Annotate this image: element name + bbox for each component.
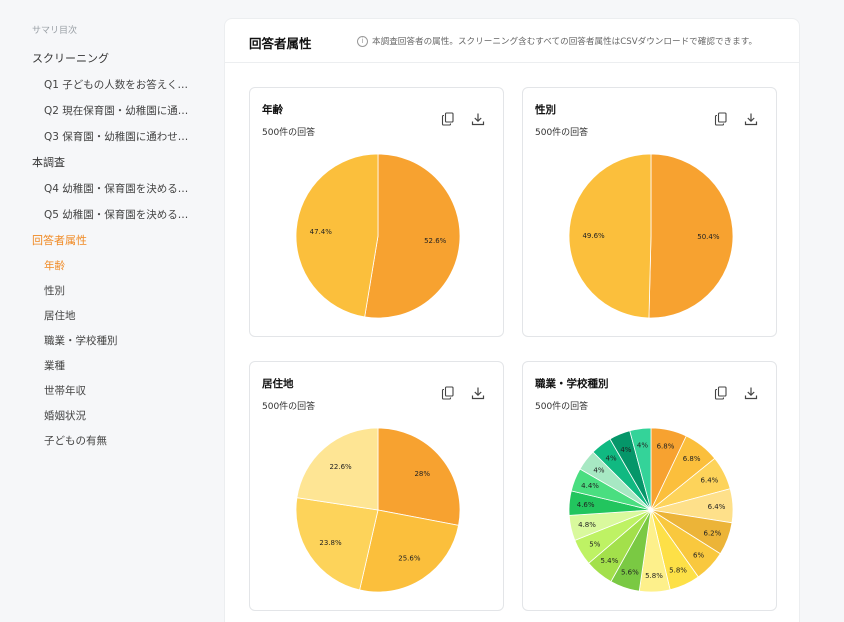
panel-note: i 本調査回答者の属性。スクリーニング含むすべての回答者属性はCSVダウンロード… (357, 35, 757, 47)
download-icon[interactable] (744, 112, 758, 126)
pie-slice-label: 6.4% (708, 503, 726, 511)
chart-title: 職業・学校種別 (535, 378, 609, 390)
pie-slice-label: 50.4% (697, 233, 720, 241)
toc-section-main-survey[interactable]: 本調査 (0, 150, 212, 176)
copy-icon[interactable] (714, 386, 728, 400)
chart-response-count: 500件の回答 (262, 128, 316, 138)
pie-slice-label: 6.8% (657, 443, 675, 451)
copy-icon[interactable] (441, 386, 455, 400)
pie-slice (364, 153, 461, 319)
pie-slice-label: 28% (414, 470, 430, 478)
chart-actions (441, 386, 485, 400)
pie-slice-label: 6% (693, 552, 704, 560)
info-icon: i (357, 35, 368, 47)
chart-response-count: 500件の回答 (262, 402, 316, 412)
panel-note-text: 本調査回答者の属性。スクリーニング含むすべての回答者属性はCSVダウンロードで確… (372, 37, 758, 47)
toc-item-q3[interactable]: Q3 保育園・幼稚園に通わせていますか (0, 124, 196, 150)
toc-item-q2[interactable]: Q2 現在保育園・幼稚園に通っていますか (0, 98, 196, 124)
pie-slice-label: 47.4% (310, 228, 333, 236)
toc-item-children[interactable]: 子どもの有無 (0, 429, 212, 454)
pie-slice-label: 5.8% (669, 566, 687, 574)
pie-slice-label: 25.6% (398, 555, 421, 563)
pie-slice-label: 5% (589, 540, 600, 548)
toc-item-industry[interactable]: 業種 (0, 354, 212, 379)
toc-item-occupation[interactable]: 職業・学校種別 (0, 329, 212, 354)
pie-chart-gender: 50.4% 49.6% (568, 153, 734, 319)
toc-item-household-income[interactable]: 世帯年収 (0, 379, 212, 404)
pie-slice-label: 4.4% (581, 482, 599, 490)
copy-icon[interactable] (714, 112, 728, 126)
toc-section-respondent-attributes[interactable]: 回答者属性 (0, 228, 212, 254)
chart-title: 性別 (535, 104, 556, 116)
chart-title: 居住地 (262, 378, 294, 390)
summary-toc: サマリ目次 スクリーニング Q1 子どもの人数をお答えください Q2 現在保育園… (0, 0, 212, 622)
download-icon[interactable] (744, 386, 758, 400)
chart-card-gender: 性別 500件の回答 50.4% 49.6% (522, 87, 777, 337)
download-icon[interactable] (471, 112, 485, 126)
pie-chart-age: 52.6% 47.4% (295, 153, 461, 319)
panel-title: 回答者属性 (249, 36, 312, 51)
toc-item-q4[interactable]: Q4 幼稚園・保育園を決める際に重視した点 (0, 176, 196, 202)
toc-item-gender[interactable]: 性別 (0, 279, 212, 304)
chart-response-count: 500件の回答 (535, 402, 589, 412)
chart-actions (441, 112, 485, 126)
pie-slice-label: 4.6% (577, 501, 595, 509)
pie-chart-occupation: 6.8% 6.8% 6.4% 6.4% 6.2% 6% 5.8% 5.8% 5.6%5.4% 5%… (568, 427, 734, 593)
download-icon[interactable] (471, 386, 485, 400)
toc-item-residence[interactable]: 居住地 (0, 304, 212, 329)
pie-slice-label: 52.6% (424, 237, 447, 245)
pie-slice-label: 6.4% (701, 477, 719, 485)
chart-card-age: 年齢 500件の回答 52.6% 47.4% (249, 87, 504, 337)
pie-slice (648, 153, 734, 319)
copy-icon[interactable] (441, 112, 455, 126)
toc-heading: サマリ目次 (32, 26, 78, 36)
pie-slice-label: 5.8% (645, 572, 663, 580)
chart-response-count: 500件の回答 (535, 128, 589, 138)
pie-slice-label: 22.6% (329, 463, 352, 471)
pie-slice-label: 5.4% (600, 557, 618, 565)
pie-slice-label: 4% (637, 441, 648, 449)
chart-card-occupation: 職業・学校種別 500件の回答 6.8% 6.8% 6.4% 6.4% 6.2% 6% 5.… (522, 361, 777, 611)
chart-actions (714, 386, 758, 400)
pie-slice-label: 4% (593, 467, 604, 475)
pie-slice-label: 4% (620, 446, 631, 454)
pie-slice-label: 6.8% (683, 455, 701, 463)
pie-slice (295, 153, 379, 318)
panel-header: 回答者属性 i 本調査回答者の属性。スクリーニング含むすべての回答者属性はCSV… (225, 19, 799, 63)
toc-item-age[interactable]: 年齢 (0, 254, 212, 279)
toc-item-q5[interactable]: Q5 幼稚園・保育園を決める際に参考にした情報 (0, 202, 196, 228)
pie-slice (568, 153, 652, 319)
toc-item-marital-status[interactable]: 婚姻状況 (0, 404, 212, 429)
pie-slice-label: 49.6% (582, 232, 605, 240)
chart-card-residence: 居住地 500件の回答 28% 25.6% 23.8% 22.6% (249, 361, 504, 611)
chart-title: 年齢 (262, 104, 283, 116)
pie-chart-residence: 28% 25.6% 23.8% 22.6% (295, 427, 461, 593)
toc-item-q1[interactable]: Q1 子どもの人数をお答えください (0, 72, 196, 98)
pie-slice-label: 23.8% (319, 539, 342, 547)
chart-actions (714, 112, 758, 126)
pie-slice-label: 4% (606, 454, 617, 462)
pie-slice-label: 6.2% (703, 530, 721, 538)
pie-slice-label: 4.8% (578, 521, 596, 529)
toc-section-screening[interactable]: スクリーニング (0, 46, 212, 72)
pie-slice-label: 5.6% (621, 569, 639, 577)
respondent-attributes-panel: 回答者属性 i 本調査回答者の属性。スクリーニング含むすべての回答者属性はCSV… (224, 18, 800, 622)
